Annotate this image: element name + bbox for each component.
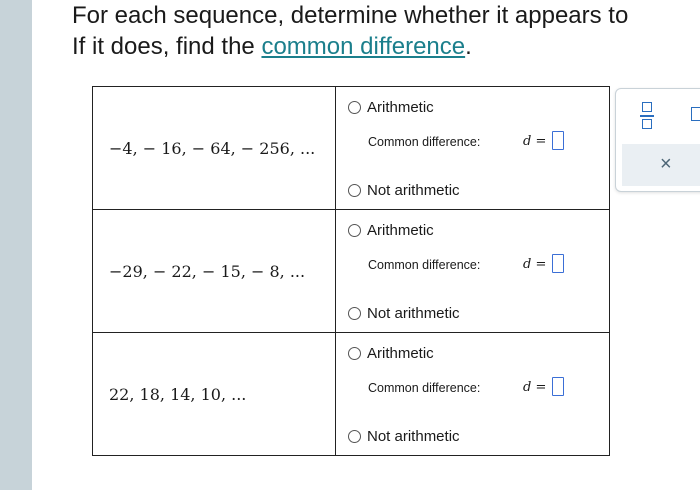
common-difference-input[interactable] (552, 254, 564, 273)
common-difference-input[interactable] (552, 377, 564, 396)
instructions-prefix: If it does, find the (72, 33, 262, 60)
instructions-line-2: If it does, find the common difference. (72, 31, 700, 62)
sequence-cell: −29, − 22, − 15, − 8, ... (92, 209, 336, 333)
not-arithmetic-option[interactable]: Not arithmetic (348, 182, 460, 199)
instructions-line-1: For each sequence, determine whether it … (72, 2, 629, 29)
fraction-bar-icon (640, 115, 654, 117)
sequence-table: −4, − 16, − 64, − 256, ... Arithmetic Co… (92, 86, 610, 456)
common-difference-link[interactable]: common difference (261, 33, 465, 60)
instructions: For each sequence, determine whether it … (72, 0, 700, 62)
table-row: −4, − 16, − 64, − 256, ... Arithmetic Co… (92, 86, 610, 210)
not-arithmetic-label: Not arithmetic (367, 182, 460, 199)
common-difference-label: Common difference: (368, 135, 481, 149)
d-variable: d (523, 134, 532, 149)
d-variable: d (523, 257, 532, 272)
d-equals: d = (523, 257, 546, 272)
equals-sign: = (535, 134, 547, 149)
arithmetic-option[interactable]: Arithmetic (348, 345, 434, 362)
table-row: −29, − 22, − 15, − 8, ... Arithmetic Com… (92, 209, 610, 333)
table-row: 22, 18, 14, 10, ... Arithmetic Common di… (92, 332, 610, 456)
d-equals: d = (523, 134, 546, 149)
arithmetic-label: Arithmetic (367, 222, 434, 239)
clear-bar: × (622, 144, 700, 186)
radio-button-icon[interactable] (348, 307, 361, 320)
d-variable: d (523, 380, 532, 395)
radio-button-icon[interactable] (348, 224, 361, 237)
common-difference-label: Common difference: (368, 381, 481, 395)
radio-button-icon[interactable] (348, 101, 361, 114)
options-cell: Arithmetic Common difference: d = Not ar… (335, 332, 610, 456)
common-difference-input[interactable] (552, 131, 564, 150)
instructions-suffix: . (465, 33, 472, 60)
radio-button-icon[interactable] (348, 184, 361, 197)
denominator-box-icon (642, 119, 652, 129)
options-cell: Arithmetic Common difference: d = Not ar… (335, 86, 610, 210)
d-equals: d = (523, 380, 546, 395)
clear-icon[interactable]: × (660, 152, 672, 176)
left-rail (0, 0, 32, 490)
not-arithmetic-label: Not arithmetic (367, 428, 460, 445)
equals-sign: = (535, 380, 547, 395)
arithmetic-label: Arithmetic (367, 345, 434, 362)
equals-sign: = (535, 257, 547, 272)
math-toolbox: × (615, 88, 700, 192)
fraction-icon[interactable] (634, 101, 662, 133)
not-arithmetic-option[interactable]: Not arithmetic (348, 305, 460, 322)
radio-button-icon[interactable] (348, 347, 361, 360)
arithmetic-option[interactable]: Arithmetic (348, 99, 434, 116)
box-icon[interactable] (691, 107, 700, 121)
numerator-box-icon (642, 102, 652, 112)
radio-button-icon[interactable] (348, 430, 361, 443)
options-cell: Arithmetic Common difference: d = Not ar… (335, 209, 610, 333)
sequence-cell: 22, 18, 14, 10, ... (92, 332, 336, 456)
sequence-cell: −4, − 16, − 64, − 256, ... (92, 86, 336, 210)
arithmetic-option[interactable]: Arithmetic (348, 222, 434, 239)
arithmetic-label: Arithmetic (367, 99, 434, 116)
common-difference-label: Common difference: (368, 258, 481, 272)
not-arithmetic-label: Not arithmetic (367, 305, 460, 322)
not-arithmetic-option[interactable]: Not arithmetic (348, 428, 460, 445)
